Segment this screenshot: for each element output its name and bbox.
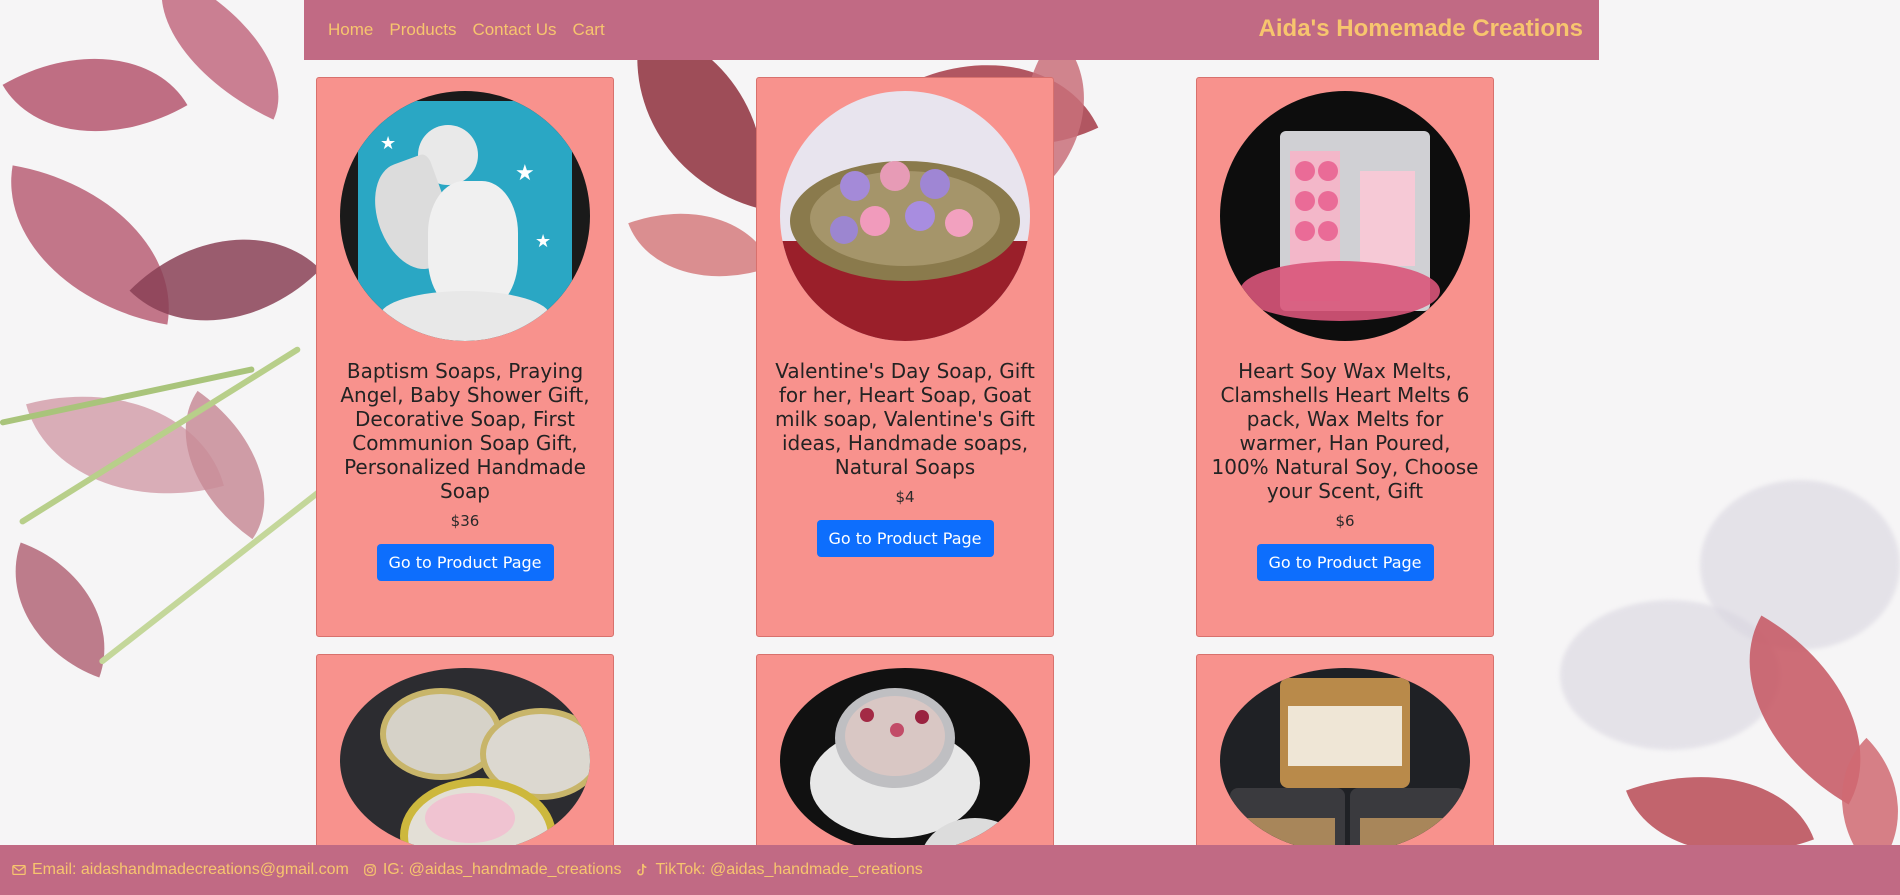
footer-tiktok-text: TikTok: @aidas_handmade_creations [655,861,923,878]
product-price: $36 [450,512,480,530]
candle-tins-icon[interactable] [340,668,590,853]
nav-link-contact-us[interactable]: Contact Us [472,20,556,40]
footer-instagram[interactable]: IG: @aidas_handmade_creations [363,861,622,879]
product-card [1196,654,1494,854]
product-card: ★ ★ ★ Baptism Soaps, Praying Angel, Baby… [316,77,614,637]
footer-email[interactable]: Email: aidashandmadecreations@gmail.com [12,861,349,879]
product-card [316,654,614,854]
shadow-decoration [1700,480,1900,650]
body-butter-jars-icon[interactable] [1220,668,1470,853]
instagram-icon [363,864,376,876]
nav-link-cart[interactable]: Cart [573,20,605,40]
leaf-decoration [2,9,188,181]
footer: Email: aidashandmadecreations@gmail.com … [0,845,1900,895]
angel-soap-icon[interactable]: ★ ★ ★ [340,91,590,341]
product-card: Valentine's Day Soap, Gift for her, Hear… [756,77,1054,637]
product-price: $6 [1335,512,1355,530]
nav-link-home[interactable]: Home [328,20,373,40]
brand-title[interactable]: Aida's Homemade Creations [1259,15,1583,43]
rose-soap-basket-icon[interactable] [780,91,1030,341]
go-to-product-button[interactable]: Go to Product Page [816,520,994,557]
rose-candle-warmer-icon[interactable] [780,668,1030,853]
product-title: Valentine's Day Soap, Gift for her, Hear… [774,359,1036,479]
leaf-decoration [0,542,134,678]
go-to-product-button[interactable]: Go to Product Page [1256,544,1434,581]
envelope-icon [12,865,26,875]
footer-email-text: Email: aidashandmadecreations@gmail.com [32,861,349,878]
leaf-decoration [129,184,321,376]
product-title: Baptism Soaps, Praying Angel, Baby Showe… [340,359,590,503]
nav-links: Home Products Contact Us Cart [328,20,605,40]
product-card [756,654,1054,854]
product-price: $4 [895,488,915,506]
product-card: Heart Soy Wax Melts, Clamshells Heart Me… [1196,77,1494,637]
wax-melts-icon[interactable] [1220,91,1470,341]
top-navbar: Home Products Contact Us Cart Aida's Hom… [304,0,1599,60]
tiktok-icon [637,863,647,876]
nav-link-products[interactable]: Products [389,20,456,40]
product-title: Heart Soy Wax Melts, Clamshells Heart Me… [1211,359,1479,503]
footer-tiktok[interactable]: TikTok: @aidas_handmade_creations [635,861,923,879]
footer-instagram-text: IG: @aidas_handmade_creations [382,861,622,878]
go-to-product-button[interactable]: Go to Product Page [376,544,554,581]
